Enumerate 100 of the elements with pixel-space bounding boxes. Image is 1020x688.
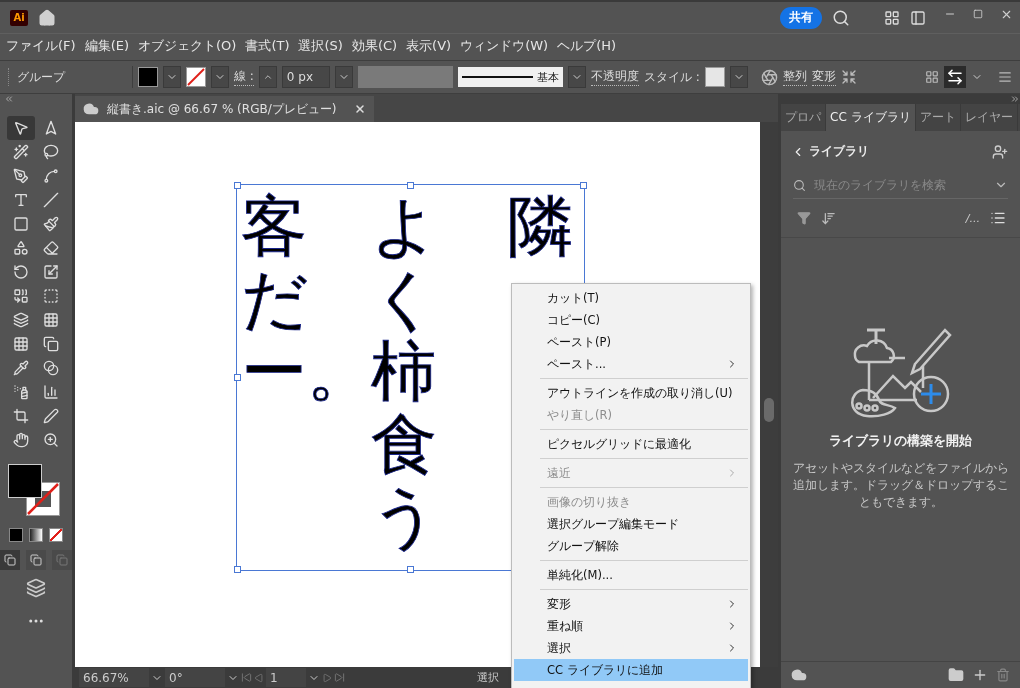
dropdown-button[interactable] bbox=[729, 66, 748, 88]
menu-item[interactable]: オブジェクト(O) bbox=[138, 37, 237, 55]
gradient-button[interactable] bbox=[29, 528, 43, 542]
list-view-icon[interactable] bbox=[990, 210, 1006, 226]
brush-field[interactable]: 基本 bbox=[457, 67, 563, 87]
transform-button[interactable]: 変形 bbox=[811, 68, 836, 86]
rotate-icon bbox=[13, 264, 29, 280]
empty-state-text: アセットやスタイルなどをファイルから追加します。ドラッグ＆ドロップすることもできます。 bbox=[791, 460, 1010, 511]
screen-mode-icon[interactable] bbox=[26, 578, 46, 598]
isolate-icon[interactable] bbox=[840, 69, 857, 85]
selection-tool-icon bbox=[13, 120, 29, 136]
selection-handle[interactable] bbox=[234, 374, 241, 381]
selection-handle[interactable] bbox=[580, 182, 587, 189]
arrange-icon[interactable] bbox=[925, 70, 939, 84]
context-menu-item[interactable]: ペースト... bbox=[514, 353, 748, 375]
context-menu-item[interactable]: アウトラインを作成の取り消し(U) bbox=[514, 382, 748, 404]
magic-wand-icon bbox=[13, 144, 29, 160]
slice-icon bbox=[43, 408, 59, 424]
shape-builder-icon bbox=[13, 288, 29, 304]
context-menu-item[interactable]: ペースト(P) bbox=[514, 331, 748, 353]
stroke-none-swatch[interactable] bbox=[186, 67, 206, 87]
artboard-number-field[interactable]: 1 bbox=[266, 668, 306, 687]
stroke-label[interactable]: 線 : bbox=[234, 68, 254, 86]
pen-tool-icon bbox=[13, 168, 29, 184]
shaper-tool-icon bbox=[13, 240, 29, 256]
opacity-label[interactable]: 不透明度 bbox=[590, 68, 639, 86]
context-menu-item[interactable]: 選択 bbox=[514, 637, 748, 659]
context-menu-item[interactable]: コピー(C) bbox=[514, 309, 748, 331]
align-button[interactable]: 整列 bbox=[782, 68, 807, 86]
control-mode-icon[interactable] bbox=[944, 66, 966, 88]
dropdown-button[interactable] bbox=[334, 66, 353, 88]
menu-icon[interactable] bbox=[998, 70, 1012, 84]
menu-item[interactable]: 編集(E) bbox=[84, 37, 129, 55]
context-menu-item[interactable]: 選択グループ編集モード bbox=[514, 513, 748, 535]
dropdown-button[interactable] bbox=[567, 66, 586, 88]
filter-icon[interactable] bbox=[797, 211, 811, 225]
dropdown-button[interactable] bbox=[211, 66, 229, 88]
zoom-field[interactable]: 66.67% bbox=[79, 668, 149, 687]
close-icon[interactable] bbox=[354, 103, 367, 115]
paintbrush-icon bbox=[43, 216, 59, 232]
context-menu-item[interactable]: 変形 bbox=[514, 593, 748, 615]
color-button[interactable] bbox=[9, 528, 23, 542]
context-menu-item[interactable]: カット(T) bbox=[514, 287, 748, 309]
context-menu-item[interactable]: 単純化(M)... bbox=[514, 564, 748, 586]
perspective-grid-icon bbox=[13, 312, 29, 328]
share-button[interactable]: 共有 bbox=[780, 6, 822, 29]
line-tool-icon bbox=[43, 192, 59, 208]
empty-state-title: ライブラリの構築を開始 bbox=[829, 432, 972, 450]
draw-normal-button[interactable] bbox=[0, 550, 20, 570]
spray-can-icon bbox=[13, 384, 29, 400]
menu-item[interactable]: ウィンドウ(W) bbox=[460, 37, 549, 55]
selection-handle[interactable] bbox=[407, 182, 414, 189]
document-title: 縦書き.aic @ 66.67 % (RGB/プレビュー) bbox=[107, 100, 337, 118]
menu-item[interactable]: 効果(C) bbox=[351, 37, 398, 55]
home-icon[interactable] bbox=[38, 8, 56, 27]
context-menu-item[interactable]: グループ解除 bbox=[514, 535, 748, 557]
context-menu-item[interactable]: ピクセルグリッドに最適化 bbox=[514, 433, 748, 455]
sort-icon[interactable] bbox=[821, 210, 836, 226]
cloud-icon[interactable] bbox=[791, 667, 807, 683]
back-link[interactable]: ライブラリ bbox=[791, 143, 869, 160]
context-menu-item[interactable]: 重ね順 bbox=[514, 615, 748, 637]
folder-icon[interactable] bbox=[948, 667, 964, 683]
fill-swatch[interactable] bbox=[138, 67, 158, 87]
selection-handle[interactable] bbox=[407, 566, 414, 573]
workspace-icon[interactable] bbox=[884, 9, 900, 26]
panel-tab[interactable]: CC ライブラリ bbox=[826, 104, 916, 131]
style-swatch[interactable] bbox=[704, 67, 725, 87]
blend-icon bbox=[43, 360, 59, 376]
dropdown-button[interactable] bbox=[163, 66, 181, 88]
type-tool-icon bbox=[13, 192, 29, 208]
panel-layout-icon[interactable] bbox=[910, 9, 926, 26]
style-label: スタイル : bbox=[643, 68, 700, 86]
view-size-label[interactable]: /... bbox=[965, 211, 980, 225]
menu-item[interactable]: 表示(V) bbox=[406, 37, 452, 55]
tool-button[interactable] bbox=[7, 116, 35, 140]
eraser-icon bbox=[43, 240, 59, 256]
document-tab[interactable]: 縦書き.aic @ 66.67 % (RGB/プレビュー) bbox=[75, 96, 375, 122]
scrollbar-thumb[interactable] bbox=[764, 398, 774, 422]
variable-width-field[interactable] bbox=[357, 66, 453, 88]
stroke-weight-field[interactable]: 0 px bbox=[281, 66, 330, 88]
context-menu-item[interactable]: CC ライブラリに追加 bbox=[514, 659, 748, 681]
selection-handle[interactable] bbox=[234, 182, 241, 189]
menu-item[interactable]: ヘルプ(H) bbox=[557, 37, 617, 55]
none-button[interactable] bbox=[49, 528, 63, 542]
vertical-text: 隣 bbox=[507, 190, 574, 263]
cloud-icon bbox=[83, 101, 99, 117]
collapse-icon[interactable] bbox=[1010, 94, 1020, 104]
vertical-scrollbar[interactable] bbox=[760, 122, 778, 667]
rotation-field[interactable]: 0° bbox=[165, 668, 225, 687]
menu-item[interactable]: ファイル(F) bbox=[6, 37, 76, 55]
draw-behind-button[interactable] bbox=[26, 550, 46, 570]
fill-color-swatch[interactable] bbox=[8, 464, 42, 498]
menu-item[interactable]: 書式(T) bbox=[245, 37, 290, 55]
menu-item[interactable]: 選択(S) bbox=[298, 37, 343, 55]
search-icon[interactable] bbox=[832, 8, 850, 27]
selection-handle[interactable] bbox=[234, 566, 241, 573]
invite-user-icon[interactable] bbox=[992, 143, 1008, 160]
recolor-icon[interactable] bbox=[760, 68, 778, 86]
add-icon[interactable] bbox=[972, 667, 988, 683]
current-tool-label: 選択 bbox=[477, 670, 499, 685]
